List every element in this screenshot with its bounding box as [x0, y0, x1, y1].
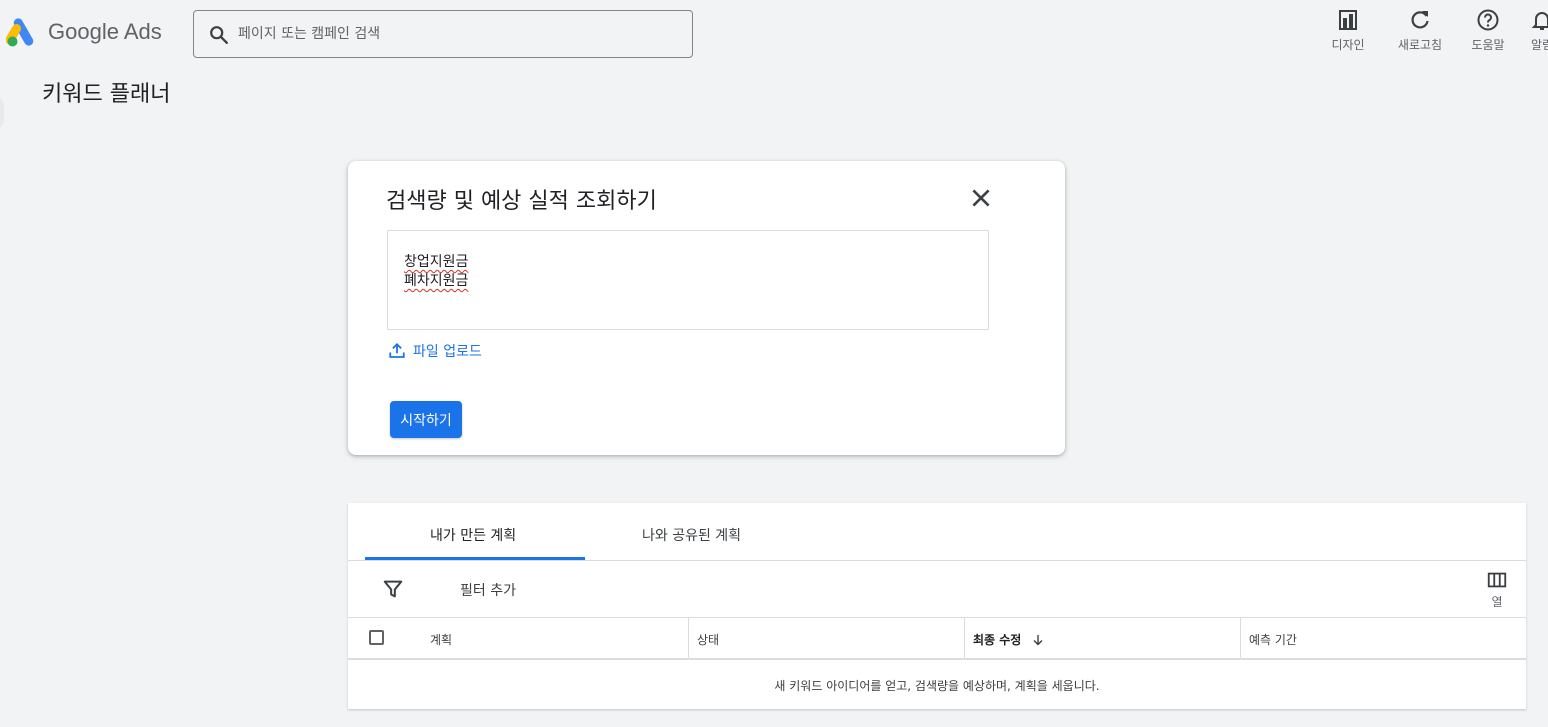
- file-upload-label: 파일 업로드: [413, 344, 482, 360]
- columns-label: 열: [1491, 595, 1503, 609]
- column-separator: [964, 618, 965, 659]
- keywords-textarea[interactable]: 창업지원금 폐차지원금: [387, 230, 989, 330]
- keyword-line: 창업지원금: [404, 254, 469, 270]
- column-separator: [688, 618, 689, 659]
- search-input[interactable]: [236, 11, 676, 57]
- notifications-label: 알림: [1530, 38, 1548, 52]
- column-separator: [1240, 618, 1241, 659]
- refresh-label: 새로고침: [1397, 38, 1443, 52]
- arrow-down-icon: [1033, 635, 1043, 646]
- refresh-icon: [1411, 11, 1429, 29]
- header-bottom-divider: [348, 658, 1526, 660]
- sidebar-toggle[interactable]: [0, 96, 4, 130]
- column-header-last-modified[interactable]: 최종 수정: [973, 631, 1044, 648]
- top-bar: Google Ads 디자인 새로고침 도움말: [0, 0, 1548, 70]
- column-header-last-modified-label: 최종 수정: [973, 633, 1022, 647]
- design-icon: [1339, 10, 1357, 30]
- tab-divider: [348, 560, 1526, 561]
- forecast-dialog: 검색량 및 예상 실적 조회하기 창업지원금 폐차지원금 파일 업로드 시작하기: [348, 161, 1065, 455]
- help-icon: [1477, 9, 1499, 31]
- notifications-button[interactable]: 알림: [1507, 8, 1548, 58]
- keyword-line: 폐차지원금: [404, 273, 469, 289]
- column-header-plan[interactable]: 계획: [430, 631, 452, 648]
- search-box[interactable]: [193, 10, 693, 58]
- page-title: 키워드 플래너: [42, 82, 171, 107]
- file-upload-link[interactable]: 파일 업로드: [388, 340, 482, 362]
- filter-icon[interactable]: [382, 578, 404, 600]
- add-filter-button[interactable]: 필터 추가: [460, 580, 516, 600]
- columns-button[interactable]: 열: [1482, 569, 1512, 611]
- brand-name[interactable]: Google Ads: [48, 19, 162, 45]
- refresh-button[interactable]: 새로고침: [1385, 8, 1455, 58]
- tab-my-plans[interactable]: 내가 만든 계획: [430, 525, 516, 545]
- design-label: 디자인: [1331, 38, 1365, 52]
- bell-icon: [1531, 12, 1548, 30]
- plans-panel: 내가 만든 계획 나와 공유된 계획 필터 추가 열 계획 상태 최종 수정 예…: [348, 503, 1526, 709]
- dialog-title: 검색량 및 예상 실적 조회하기: [386, 189, 657, 214]
- columns-icon: [1487, 572, 1507, 588]
- upload-icon: [389, 342, 405, 358]
- close-icon[interactable]: [968, 185, 994, 211]
- empty-state-message: 새 키워드 아이디어를 얻고, 검색량을 예상하며, 계획을 세웁니다.: [774, 679, 1100, 693]
- column-header-forecast-period[interactable]: 예측 기간: [1249, 631, 1297, 648]
- select-all-checkbox[interactable]: [369, 630, 384, 645]
- search-icon: [210, 26, 228, 44]
- start-button[interactable]: 시작하기: [390, 401, 462, 438]
- google-ads-logo-icon[interactable]: [6, 18, 38, 48]
- tab-shared-plans[interactable]: 나와 공유된 계획: [642, 525, 741, 545]
- design-button[interactable]: 디자인: [1313, 8, 1383, 58]
- row-divider: [348, 617, 1526, 618]
- column-header-status[interactable]: 상태: [697, 631, 719, 648]
